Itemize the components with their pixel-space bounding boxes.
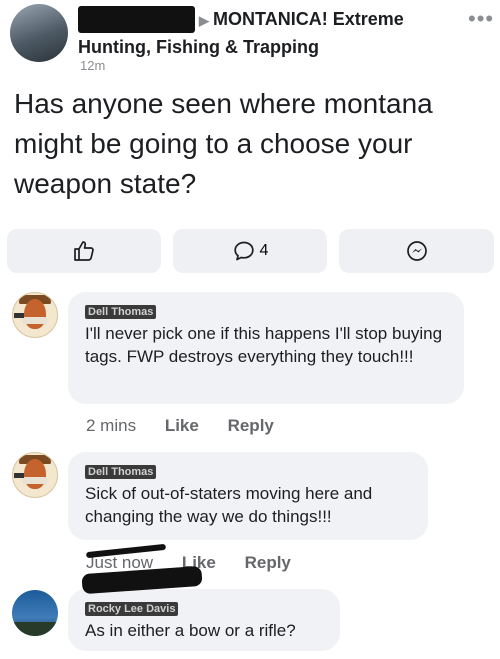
commenter-avatar[interactable] — [12, 590, 58, 636]
messenger-icon — [406, 241, 427, 261]
comment-icon — [233, 241, 254, 261]
comment-meta: 2 mins Like Reply — [86, 416, 298, 436]
comment-bubble: Rocky Lee Davis As in either a bow or a … — [68, 589, 340, 651]
comment-bubble: Dell Thomas Sick of out-of-staters movin… — [68, 452, 428, 540]
post-author-name[interactable]: Kenny Bates — [78, 6, 196, 33]
post-header: Kenny Bates ▶ MONTANICA! Extreme Hunting, … — [78, 6, 458, 61]
comment-reply-button[interactable]: Reply — [245, 553, 291, 572]
comment-count: 4 — [259, 242, 269, 259]
commenter-name[interactable]: Dell Thomas — [85, 465, 157, 479]
more-horizontal-icon[interactable]: ••• — [468, 6, 494, 32]
comment-timestamp[interactable]: 2 mins — [86, 416, 136, 435]
thumbs-up-icon — [74, 241, 94, 261]
commenter-avatar[interactable] — [12, 292, 58, 338]
comment-text: Sick of out-of-staters moving here and c… — [85, 484, 373, 526]
comment-reply-button[interactable]: Reply — [228, 416, 274, 435]
caret-right-icon: ▶ — [199, 13, 210, 28]
comment-text: As in either a bow or a rifle? — [85, 621, 296, 640]
comment-like-button[interactable]: Like — [165, 416, 199, 435]
send-in-messenger-button[interactable] — [339, 229, 494, 273]
comment-button[interactable]: 4 — [173, 229, 327, 273]
like-button[interactable] — [7, 229, 161, 273]
post-body: Has anyone seen where montana might be g… — [14, 88, 433, 199]
comment-bubble: Dell Thomas I'll never pick one if this … — [68, 292, 464, 404]
commenter-avatar[interactable] — [12, 452, 58, 498]
commenter-name[interactable]: Rocky Lee Davis — [85, 602, 179, 616]
comment-text: I'll never pick one if this happens I'll… — [85, 324, 443, 366]
commenter-name[interactable]: Dell Thomas — [85, 305, 157, 319]
post-timestamp[interactable]: 12m — [80, 58, 105, 73]
post-author-avatar[interactable] — [10, 4, 68, 62]
